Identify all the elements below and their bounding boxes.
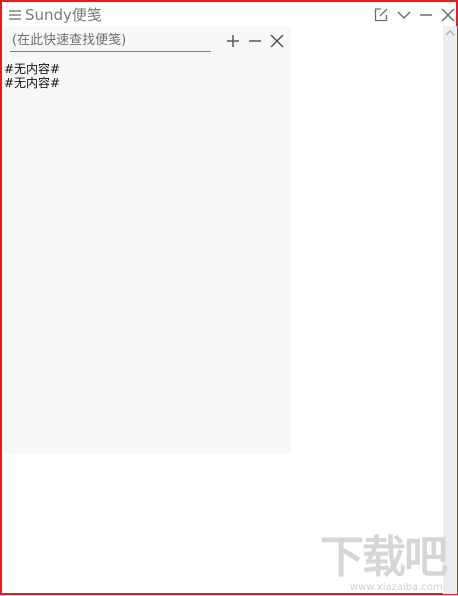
watermark-logo-text: 下载吧 bbox=[320, 532, 448, 583]
new-note-button[interactable] bbox=[373, 7, 389, 23]
chevron-down-icon bbox=[397, 11, 411, 20]
app-title: Sundy便笺 bbox=[25, 6, 102, 24]
note-item[interactable]: #无内容# bbox=[4, 62, 284, 76]
add-note-button[interactable] bbox=[226, 34, 240, 48]
close-icon bbox=[270, 34, 284, 48]
vertical-scrollbar[interactable] bbox=[443, 26, 457, 594]
minimize-icon bbox=[420, 14, 432, 16]
remove-note-button[interactable] bbox=[248, 34, 262, 48]
scroll-up-arrow-icon[interactable] bbox=[445, 29, 455, 37]
search-box bbox=[10, 29, 211, 52]
notes-panel: #无内容# #无内容# bbox=[4, 26, 291, 454]
close-icon bbox=[441, 8, 455, 22]
title-bar: Sundy便笺 bbox=[4, 4, 458, 26]
note-item[interactable]: #无内容# bbox=[4, 76, 284, 90]
minimize-button[interactable] bbox=[418, 7, 434, 23]
plus-icon bbox=[227, 35, 239, 47]
watermark-logo: 下载吧 www.xiazaiba.com bbox=[320, 534, 456, 596]
menu-icon[interactable] bbox=[7, 7, 23, 23]
edit-note-icon bbox=[374, 8, 388, 22]
close-panel-button[interactable] bbox=[270, 34, 284, 48]
watermark-url: www.xiazaiba.com bbox=[350, 582, 443, 593]
minus-icon bbox=[249, 40, 261, 42]
app-window: Sundy便笺 (在此快速查找便笺) #无内容# #无内容# 下载吧 www.x… bbox=[0, 0, 458, 595]
collapse-button[interactable] bbox=[396, 7, 412, 23]
close-window-button[interactable] bbox=[440, 7, 456, 23]
search-input[interactable] bbox=[10, 29, 211, 51]
notes-list: #无内容# #无内容# bbox=[4, 62, 284, 90]
